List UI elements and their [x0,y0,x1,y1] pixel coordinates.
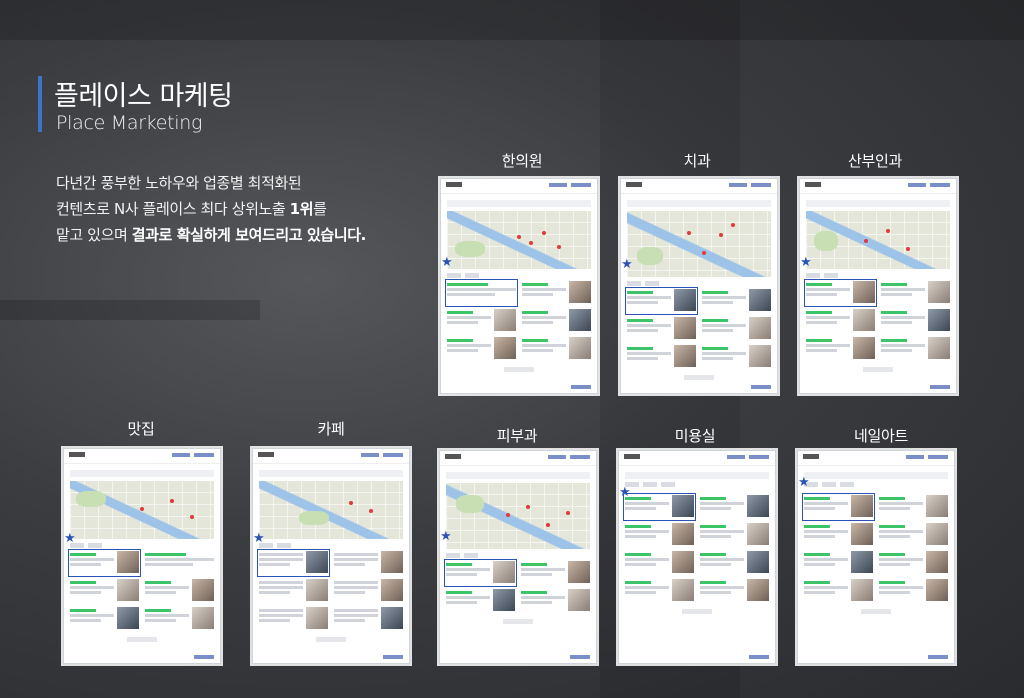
description: 다년간 풍부한 노하우와 업종별 최적화된 컨텐츠로 N사 플레이스 최다 상위… [56,170,366,248]
description-line: 맡고 있으며 결과로 확실하게 보여드리고 있습니다. [56,226,366,244]
category-label-hair-salon: 미용실 [674,427,716,445]
description-line: 컨텐츠로 N사 플레이스 최다 상위노출 1위를 [56,200,327,218]
map-thumbnail [447,211,591,269]
background-shelf [0,0,1024,40]
map-thumbnail [446,483,590,549]
star-icon: ★ [621,257,633,272]
background-shelf [0,300,260,320]
page-subtitle: Place Marketing [56,112,203,134]
place-screenshot-card [63,448,221,664]
star-icon: ★ [440,529,452,544]
place-screenshot-card [620,178,778,394]
title-accent-bar [38,76,42,132]
map-thumbnail [70,481,214,539]
star-icon: ★ [441,255,453,270]
star-icon: ★ [800,255,812,270]
place-screenshot-card [618,450,776,664]
place-screenshot-card [797,450,955,664]
page-title: 플레이스 마케팅 [54,81,233,112]
star-icon: ★ [64,531,76,546]
category-label-cafe: 카페 [317,420,345,438]
star-icon: ★ [253,531,265,546]
category-label-nail-art: 네일아트 [853,427,908,445]
star-icon: ★ [619,485,631,500]
place-screenshot-card [252,448,410,664]
description-line: 다년간 풍부한 노하우와 업종별 최적화된 [56,174,302,192]
category-label-dermatology: 피부과 [496,427,538,445]
place-screenshot-card [440,178,598,394]
category-label-restaurant: 맛집 [127,420,155,438]
star-icon: ★ [798,475,810,490]
place-screenshot-card [439,450,597,664]
category-label-dental: 치과 [683,152,711,170]
map-thumbnail [259,481,403,539]
category-label-oriental-clinic: 한의원 [501,152,543,170]
map-thumbnail [627,211,771,277]
place-screenshot-card [799,178,957,394]
category-label-obgyn: 산부인과 [847,152,902,170]
map-thumbnail [806,211,950,269]
